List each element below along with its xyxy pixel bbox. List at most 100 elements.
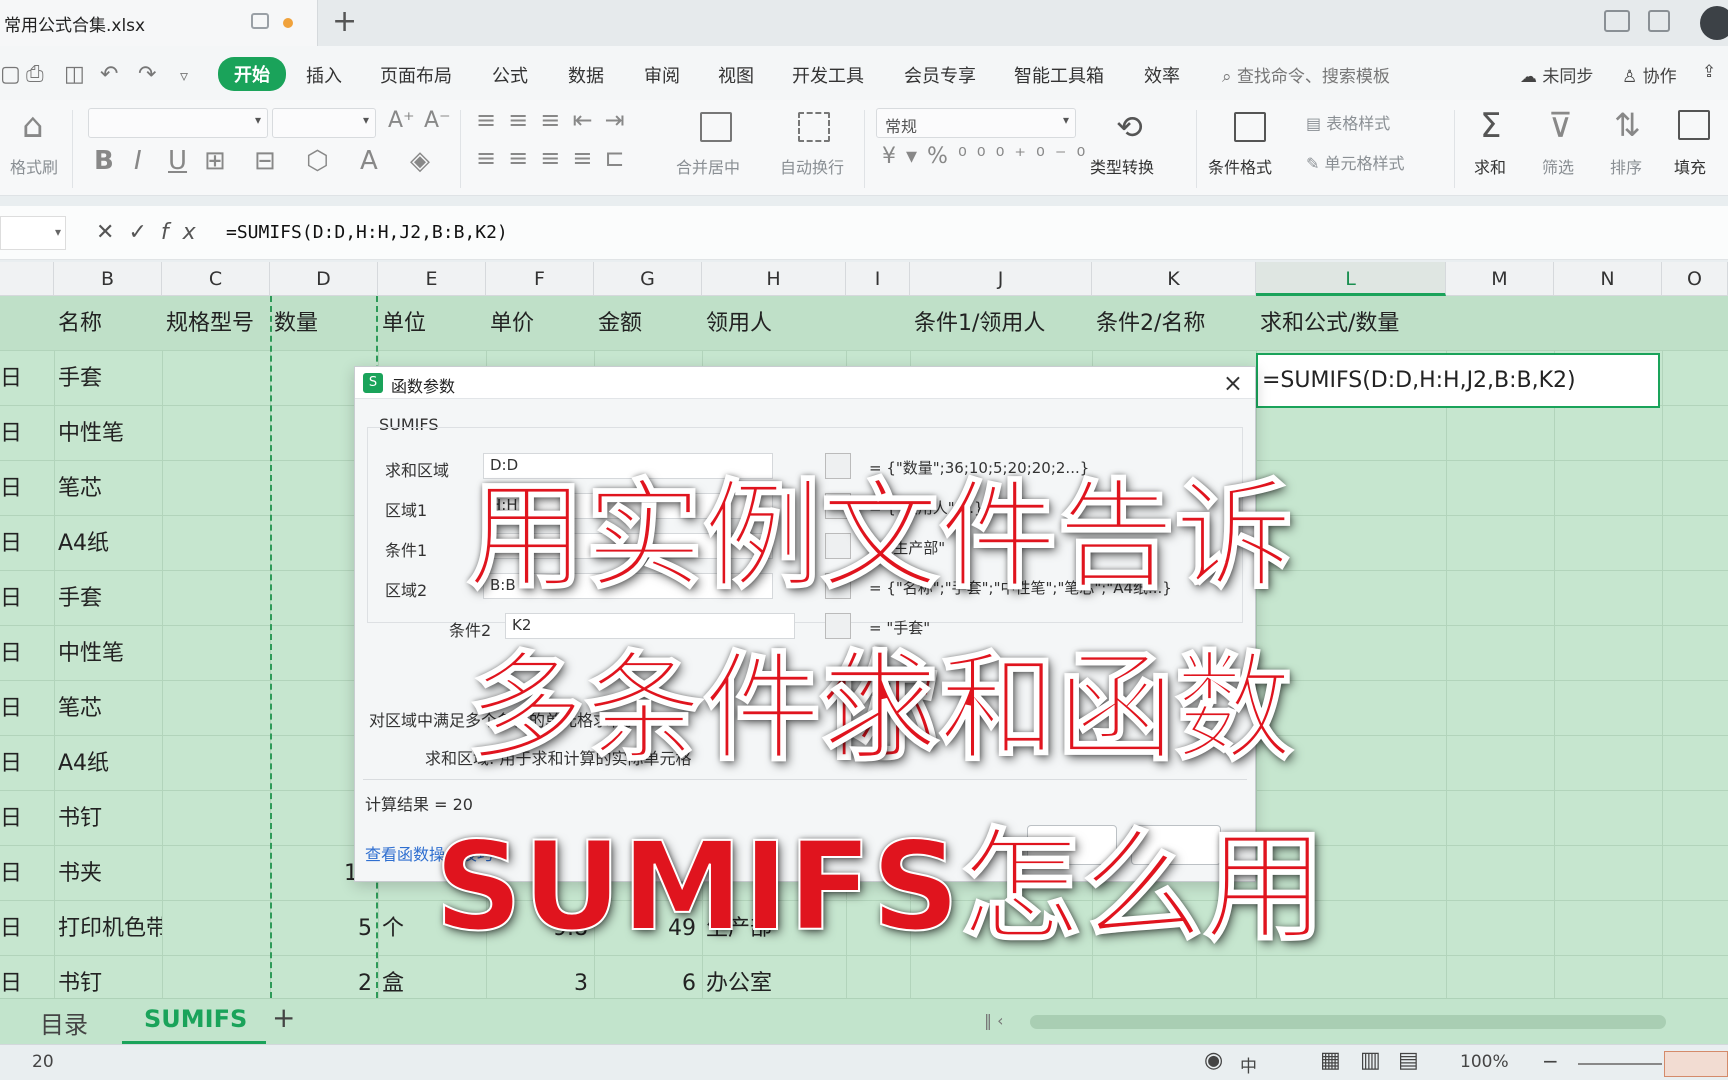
increase-font-icon[interactable]: A⁺	[388, 108, 415, 133]
format-painter-icon[interactable]: ⌂	[22, 106, 44, 146]
underline-icon[interactable]: U	[168, 146, 187, 176]
menu-view[interactable]: 视图	[718, 62, 754, 88]
bold-icon[interactable]: B	[94, 146, 114, 176]
column-header-o[interactable]: O	[1662, 262, 1728, 296]
column-header-c[interactable]: C	[162, 262, 270, 296]
header-name[interactable]: 名称	[58, 296, 162, 351]
grid-apps-icon[interactable]	[1648, 10, 1670, 32]
print-icon[interactable]: ⎙	[26, 62, 44, 87]
align-top-icons[interactable]: ≡≡≡⇤⇥	[476, 106, 637, 134]
filter-icon[interactable]: ⊽	[1548, 106, 1573, 146]
active-cell-l2[interactable]: =SUMIFS(D:D,H:H,J2,B:B,K2)	[1256, 353, 1660, 408]
number-format-select[interactable]: 常规 ▾	[876, 108, 1076, 138]
sheet-tab-sumifs[interactable]: SUMIFS	[144, 1005, 247, 1033]
fill-icon[interactable]	[1678, 110, 1710, 140]
sheet-tab-index[interactable]: 目录	[40, 1005, 88, 1040]
type-convert-icon[interactable]: ⟲	[1116, 108, 1143, 146]
merge-center-label[interactable]: 合并居中	[676, 154, 740, 178]
scroll-left-icon[interactable]: ‖ ‹	[984, 1011, 1003, 1030]
page-break-view-icon[interactable]: ▤	[1398, 1048, 1419, 1073]
cell-style-button[interactable]: ✎ 单元格样式	[1306, 150, 1405, 174]
cell-style-icon[interactable]: ⊟	[254, 146, 276, 176]
fill-color-icon[interactable]: ⬡	[306, 146, 329, 176]
column-header-d[interactable]: D	[270, 262, 378, 296]
fill-label[interactable]: 填充	[1674, 154, 1706, 178]
wrap-text-icon[interactable]	[798, 112, 830, 142]
decrease-font-icon[interactable]: A⁻	[424, 108, 451, 133]
header-amount[interactable]: 金额	[598, 296, 702, 351]
menu-home[interactable]: 开始	[218, 57, 286, 91]
command-search[interactable]: ⌕ 查找命令、搜索模板	[1222, 62, 1390, 87]
number-format-icons[interactable]: ¥▾%⁰⁰⁰⁺⁰⁻⁰	[882, 144, 1095, 169]
ime-indicator[interactable]: 中	[1240, 1052, 1257, 1077]
collab-button[interactable]: ♙ 协作	[1622, 62, 1677, 87]
header-unit[interactable]: 单位	[382, 296, 486, 351]
confirm-icon[interactable]: ✓	[128, 220, 160, 245]
page-layout-view-icon[interactable]: ▥	[1360, 1048, 1381, 1073]
close-icon[interactable]: ×	[1223, 369, 1243, 397]
sort-label[interactable]: 排序	[1610, 154, 1642, 178]
column-header-l[interactable]: L	[1256, 262, 1446, 296]
column-header-m[interactable]: M	[1446, 262, 1554, 296]
clear-icon[interactable]: ◈	[410, 146, 430, 176]
column-header-a[interactable]	[0, 262, 54, 296]
font-color-icon[interactable]: A	[360, 146, 378, 176]
sum-icon[interactable]: Σ	[1480, 106, 1501, 146]
conditional-format-icon[interactable]	[1234, 112, 1266, 142]
header-recipient[interactable]: 领用人	[706, 296, 846, 351]
font-family-select[interactable]: ▾	[88, 108, 268, 138]
menu-page-layout[interactable]: 页面布局	[380, 62, 452, 88]
save-icon[interactable]: ▢	[0, 62, 21, 87]
column-header-i[interactable]: I	[846, 262, 910, 296]
sort-icon[interactable]: ⇅	[1614, 106, 1641, 144]
formula-input[interactable]: =SUMIFS(D:D,H:H,J2,B:B,K2)	[226, 222, 508, 243]
header-sum-formula[interactable]: 求和公式/数量	[1260, 296, 1446, 351]
type-convert-label[interactable]: 类型转换	[1090, 154, 1154, 178]
table-style-button[interactable]: ▤ 表格样式	[1306, 110, 1390, 134]
column-header-j[interactable]: J	[910, 262, 1092, 296]
customize-icon[interactable]: ▿	[180, 66, 188, 85]
dialog-title-bar[interactable]: S 函数参数 ×	[355, 367, 1255, 399]
column-header-n[interactable]: N	[1554, 262, 1662, 296]
column-header-k[interactable]: K	[1092, 262, 1256, 296]
new-tab-button[interactable]: +	[332, 4, 357, 39]
header-condition1[interactable]: 条件1/领用人	[914, 296, 1092, 351]
menu-formulas[interactable]: 公式	[492, 62, 528, 88]
column-header-e[interactable]: E	[378, 262, 486, 296]
share-icon[interactable]: ⇪	[1702, 62, 1716, 82]
italic-icon[interactable]: I	[134, 146, 142, 176]
horizontal-scrollbar[interactable]	[1030, 1015, 1666, 1029]
normal-view-icon[interactable]: ▦	[1320, 1048, 1341, 1073]
align-left-icons[interactable]: ≡≡≡≡⊏	[476, 144, 637, 172]
sync-button[interactable]: ☁ 未同步	[1520, 62, 1593, 87]
menu-insert[interactable]: 插入	[306, 62, 342, 88]
border-icon[interactable]: ⊞	[204, 146, 226, 176]
menu-member[interactable]: 会员专享	[904, 62, 976, 88]
input-method-badge[interactable]	[1664, 1051, 1728, 1077]
layout-icon[interactable]	[1604, 10, 1630, 32]
preview-icon[interactable]: ◫	[64, 62, 85, 87]
column-header-g[interactable]: G	[594, 262, 702, 296]
header-spec[interactable]: 规格型号	[166, 296, 270, 351]
zoom-slider[interactable]	[1578, 1063, 1662, 1065]
undo-icon[interactable]: ↶	[100, 62, 118, 87]
column-header-b[interactable]: B	[54, 262, 162, 296]
column-header-f[interactable]: F	[486, 262, 594, 296]
menu-efficiency[interactable]: 效率	[1144, 62, 1180, 88]
merge-center-icon[interactable]	[700, 112, 732, 142]
redo-icon[interactable]: ↷	[138, 62, 156, 87]
name-box[interactable]: ▾	[0, 216, 66, 250]
zoom-level[interactable]: 100%	[1460, 1052, 1509, 1072]
zoom-out-button[interactable]: −	[1542, 1049, 1559, 1073]
sum-label[interactable]: 求和	[1474, 154, 1506, 178]
header-price[interactable]: 单价	[490, 296, 594, 351]
document-tab[interactable]: 常用公式合集.xlsx	[0, 0, 318, 46]
eye-protection-icon[interactable]: ◉	[1204, 1048, 1223, 1073]
insert-function-icon[interactable]: fx	[161, 220, 210, 245]
cancel-icon[interactable]: ✕	[96, 220, 128, 245]
menu-review[interactable]: 审阅	[644, 62, 680, 88]
wrap-text-label[interactable]: 自动换行	[780, 154, 844, 178]
header-condition2[interactable]: 条件2/名称	[1096, 296, 1256, 351]
window-icon[interactable]	[251, 13, 269, 29]
font-size-select[interactable]: ▾	[272, 108, 376, 138]
